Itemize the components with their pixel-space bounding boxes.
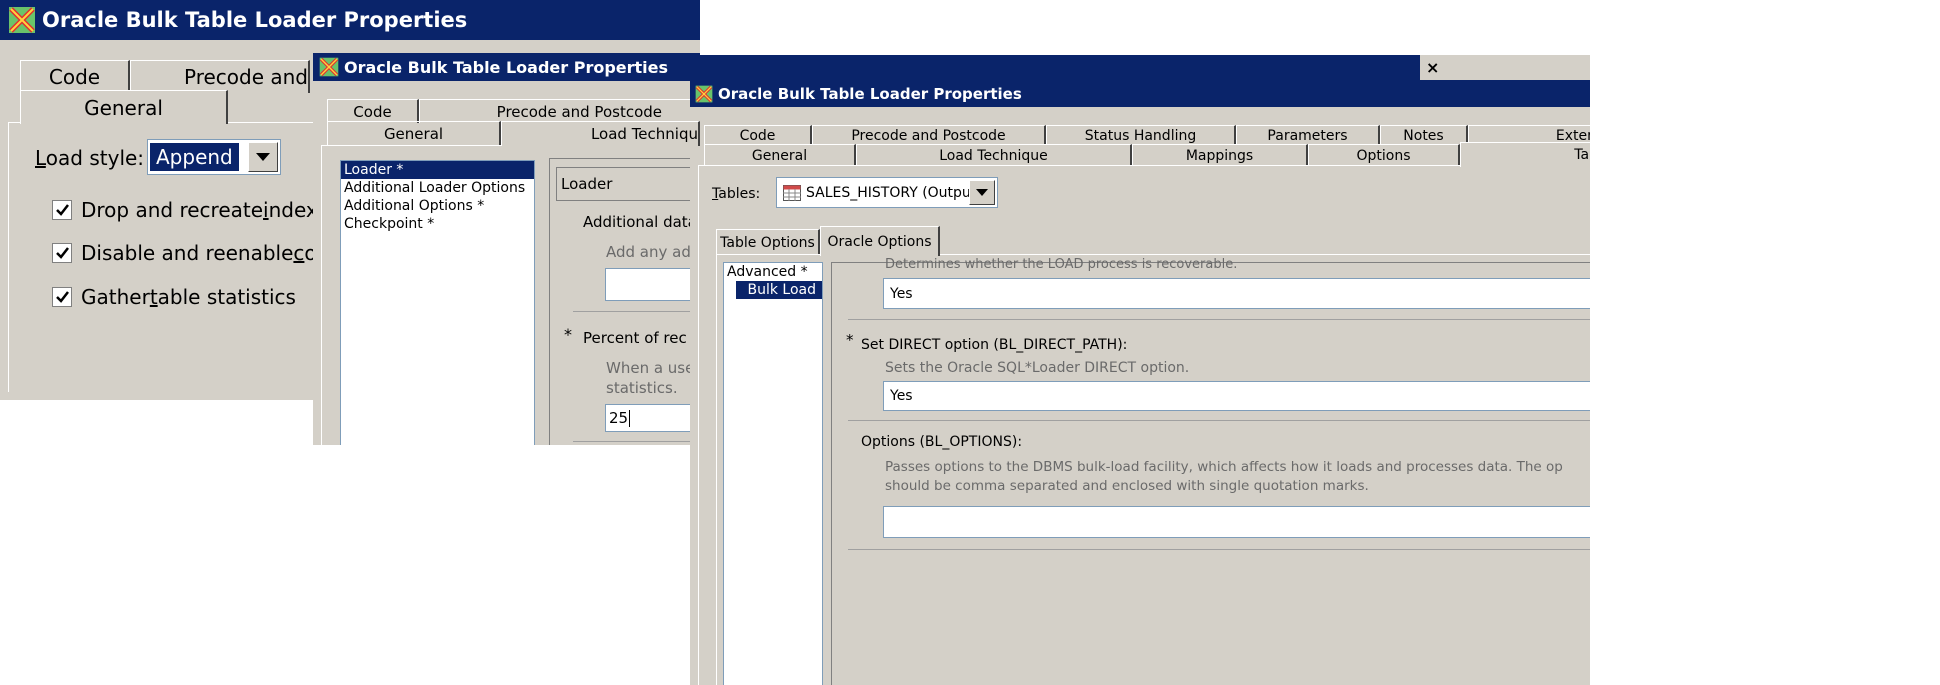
percent-description-line1: When a use [606, 359, 695, 377]
section-header-loader: Loader [556, 167, 700, 201]
required-marker: * [846, 331, 854, 349]
direct-option-label: Set DIRECT option (BL_DIRECT_PATH): [861, 337, 1128, 353]
percent-input[interactable]: 25 [605, 404, 700, 432]
direct-option-input[interactable]: Yes [883, 381, 1590, 411]
app-icon [319, 57, 339, 77]
list-item-additional-loader-options[interactable]: Additional Loader Options [341, 179, 534, 197]
close-button[interactable]: × [1420, 55, 1590, 80]
divider [573, 311, 700, 312]
section-list[interactable]: Loader * Additional Loader Options Addit… [340, 160, 535, 445]
dialog-window-middle: Oracle Bulk Table Loader Properties Code… [313, 53, 700, 445]
options-pane [549, 158, 700, 445]
subtab-table-options[interactable]: Table Options [716, 229, 820, 255]
tab-parameters[interactable]: Parameters [1236, 125, 1380, 145]
tab-notes[interactable]: Notes [1380, 125, 1468, 145]
tables-label: Tables: [712, 186, 761, 202]
recoverable-description: Determines whether the LOAD process is r… [885, 257, 1238, 272]
title-bar[interactable]: Oracle Bulk Table Loader Properties [690, 80, 1590, 107]
option-tree[interactable]: Advanced * Bulk Load [723, 262, 823, 685]
bl-options-description-line1: Passes options to the DBMS bulk-load fac… [885, 459, 1563, 475]
table-icon [783, 184, 801, 201]
additional-data-label: Additional data [583, 213, 697, 231]
direct-option-description: Sets the Oracle SQL*Loader DIRECT option… [885, 360, 1190, 376]
divider [848, 420, 1590, 421]
additional-data-input[interactable] [605, 268, 700, 301]
list-item-additional-options[interactable]: Additional Options * [341, 197, 534, 215]
load-style-select[interactable]: Append [147, 139, 281, 175]
tab-load-technique[interactable]: Load Technique [856, 144, 1132, 166]
bl-options-label: Options (BL_OPTIONS): [861, 434, 1023, 450]
tables-value: SALES_HISTORY (Output) [806, 184, 982, 201]
tab-general[interactable]: General [20, 90, 228, 124]
tab-code[interactable]: Code [704, 125, 812, 145]
app-icon [8, 6, 36, 34]
window-title: Oracle Bulk Table Loader Properties [42, 8, 468, 32]
window-title: Oracle Bulk Table Loader Properties [718, 84, 1022, 103]
close-icon[interactable]: × [1426, 58, 1439, 77]
tab-general[interactable]: General [327, 121, 501, 146]
title-bar[interactable]: Oracle Bulk Table Loader Properties [0, 0, 700, 40]
tab-options[interactable]: Options [1308, 144, 1460, 166]
tree-item-bulk-load[interactable]: Bulk Load [736, 281, 822, 299]
tab-precode-postcode[interactable]: Precode and Postcode [419, 99, 699, 123]
checkbox-drop-recreate-indexes[interactable]: Drop and recreate i ndexe [52, 198, 329, 222]
bl-options-description-line2: should be comma separated and enclosed w… [885, 478, 1369, 494]
checkbox-disable-reenable-constraints[interactable]: Disable and reenable cons [52, 241, 340, 265]
checkbox-icon[interactable] [52, 243, 72, 263]
dialog-window-front: × Oracle Bulk Table Loader Properties Co… [690, 55, 1590, 685]
tab-table-options[interactable]: Tab [1460, 142, 1590, 167]
checkbox-icon[interactable] [52, 200, 72, 220]
tab-general[interactable]: General [704, 144, 856, 166]
title-bar[interactable]: Oracle Bulk Table Loader Properties [313, 53, 700, 81]
bl-options-input[interactable] [883, 506, 1590, 538]
chevron-down-icon[interactable] [248, 142, 278, 172]
tab-load-technique[interactable]: Load Techniqu [501, 121, 700, 146]
checkbox-icon[interactable] [52, 287, 72, 307]
chevron-down-icon[interactable] [969, 180, 995, 205]
divider [848, 319, 1590, 320]
tab-precode-postcode[interactable]: Precode and [130, 60, 310, 93]
divider [573, 441, 700, 442]
additional-data-description: Add any ad [606, 243, 691, 261]
list-item-loader[interactable]: Loader * [341, 161, 534, 179]
subtab-oracle-options[interactable]: Oracle Options [820, 226, 940, 256]
tab-precode-postcode[interactable]: Precode and Postcode [812, 125, 1046, 145]
divider [848, 549, 1590, 550]
app-icon [695, 85, 713, 103]
list-item-checkpoint[interactable]: Checkpoint * [341, 215, 534, 233]
load-style-value: Append [150, 143, 239, 171]
percent-description-line2: statistics. [606, 379, 678, 397]
recoverable-input[interactable]: Yes [883, 278, 1590, 309]
title-bar-behind [690, 55, 1420, 80]
window-title: Oracle Bulk Table Loader Properties [344, 57, 669, 77]
tab-mappings[interactable]: Mappings [1132, 144, 1308, 166]
tree-item-advanced[interactable]: Advanced * [724, 263, 822, 281]
tab-status-handling[interactable]: Status Handling [1046, 125, 1236, 145]
required-marker: * [564, 325, 572, 344]
tab-code[interactable]: Code [327, 99, 419, 123]
checkbox-gather-table-statistics[interactable]: Gather t able statistics [52, 285, 296, 309]
tables-select[interactable]: SALES_HISTORY (Output) [776, 177, 998, 208]
tab-code[interactable]: Code [20, 60, 130, 93]
percent-of-records-label: Percent of rec [583, 329, 687, 347]
load-style-label: Load style: [35, 146, 145, 170]
